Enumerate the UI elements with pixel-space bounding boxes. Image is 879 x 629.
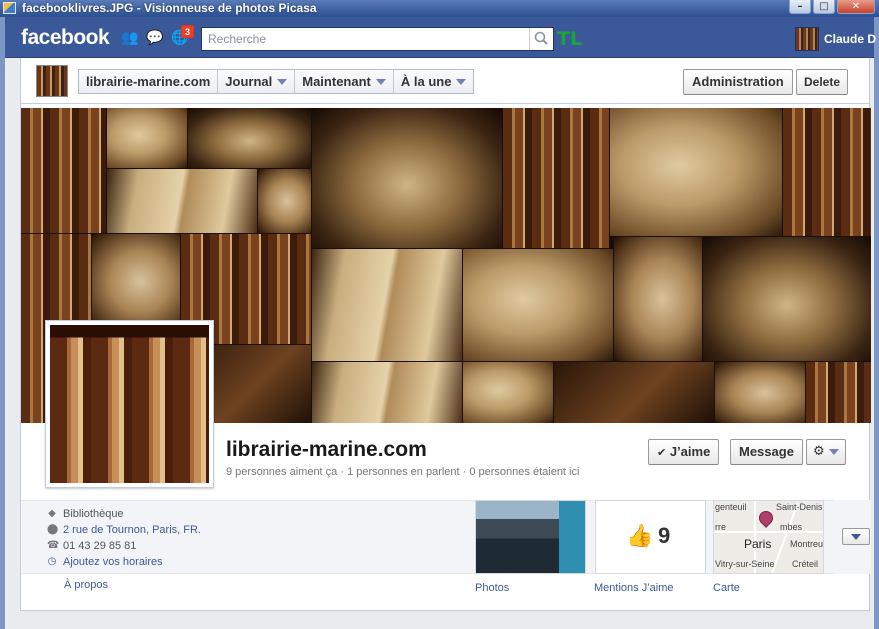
cover-collage-tile	[92, 234, 180, 329]
tab-maintenant[interactable]: Maintenant	[295, 70, 394, 93]
info-hours: ◷ Ajoutez vos horaires	[47, 556, 163, 568]
search-icon	[534, 31, 548, 45]
gear-icon: ⚙	[813, 444, 825, 459]
tag-icon: ◆	[48, 508, 56, 519]
extension-badge[interactable]: TL	[557, 28, 582, 50]
add-hours-link[interactable]: Ajoutez vos horaires	[63, 556, 163, 568]
search-box	[201, 27, 554, 51]
map-pin-icon	[756, 508, 776, 528]
cover-collage-tile	[463, 362, 553, 423]
cover-collage-tile	[703, 237, 871, 361]
profile-picture[interactable]	[45, 320, 214, 488]
search-button[interactable]	[529, 28, 553, 50]
more-apps-area	[834, 500, 871, 574]
chevron-down-icon	[375, 78, 386, 85]
settings-dropdown-button[interactable]: ⚙	[806, 439, 846, 465]
chevron-down-icon	[277, 78, 288, 85]
like-button[interactable]: ✔ J’aime	[648, 439, 720, 465]
about-link[interactable]: À propos	[64, 579, 108, 591]
page-thumbnail[interactable]	[36, 65, 68, 97]
more-apps-button[interactable]	[842, 528, 870, 545]
user-name-link[interactable]: Claude D	[824, 32, 876, 46]
info-category: ◆ Bibliothèque	[48, 508, 124, 520]
window-titlebar[interactable]: facebooklivres.JPG - Visionneuse de phot…	[0, 0, 879, 17]
page-title[interactable]: librairie-marine.com	[226, 438, 427, 462]
window-title: facebooklivres.JPG - Visionneuse de phot…	[22, 1, 317, 15]
map-place-label: genteuil	[715, 502, 747, 512]
page-stats: 9 personnes aiment ça · 1 personnes en p…	[226, 466, 580, 478]
map-road	[714, 531, 823, 533]
profile-picture-image	[50, 325, 209, 483]
chevron-down-icon	[851, 534, 861, 540]
message-button[interactable]: Message	[730, 439, 803, 465]
page-tabs: librairie-marine.com Journal Maintenant …	[78, 69, 475, 94]
timeline-cover-section: librairie-marine.com 9 personnes aiment …	[20, 104, 871, 611]
photos-app-box[interactable]	[475, 500, 586, 574]
tab-page-name[interactable]: librairie-marine.com	[79, 70, 219, 93]
minimize-button[interactable]: –	[789, 0, 811, 14]
cover-collage-tile	[21, 108, 106, 233]
check-icon: ✔	[657, 446, 667, 459]
phone-icon: ☎	[47, 540, 60, 551]
chevron-down-icon	[828, 449, 839, 455]
cover-collage-tile	[463, 249, 613, 361]
likes-count: 9	[658, 523, 671, 548]
map-place-label: mbes	[780, 522, 803, 532]
info-phone: ☎ 01 43 29 85 81	[47, 540, 137, 552]
tab-a-la-une[interactable]: À la une	[394, 70, 474, 93]
map-place-label: Vitry-sur-Seine	[715, 559, 775, 569]
map-place-label: rre	[715, 522, 726, 532]
facebook-top-bar: facebook 👥 💬 🌐 3 TL Claude D	[5, 17, 876, 58]
address-link[interactable]: 2 rue de Tournon, Paris, FR.	[63, 524, 201, 536]
map-thumbnail: genteuil Saint-Denis rre mbes Paris Mont…	[714, 501, 823, 573]
cover-collage-tile	[107, 108, 187, 168]
cover-collage-tile	[610, 108, 782, 236]
map-place-label: Créteil	[792, 559, 819, 569]
cover-collage-tile	[715, 362, 805, 423]
close-button[interactable]: ✕	[837, 0, 875, 14]
likes-app-label[interactable]: Mentions J’aime	[594, 582, 673, 594]
photos-app-label[interactable]: Photos	[475, 582, 509, 594]
map-place-label: Montreu	[790, 539, 823, 549]
map-place-label: Paris	[744, 537, 772, 551]
notification-badge: 3	[181, 25, 194, 38]
cover-collage-tile	[107, 169, 257, 233]
page-nav-bar: librairie-marine.com Journal Maintenant …	[20, 58, 870, 104]
cover-collage-tile	[258, 169, 311, 233]
cover-collage-tile	[188, 108, 311, 168]
cover-collage-tile	[503, 108, 609, 248]
search-input[interactable]	[202, 28, 527, 50]
maximize-button[interactable]: □	[813, 0, 835, 14]
tab-journal[interactable]: Journal	[218, 70, 296, 93]
map-app-label[interactable]: Carte	[713, 582, 740, 594]
cover-collage-tile	[312, 249, 462, 361]
cover-collage-tile	[554, 362, 714, 423]
window-controls: – □ ✕	[789, 0, 875, 14]
thumbs-up-icon: 👍	[626, 524, 654, 549]
cover-collage-tile	[806, 362, 871, 423]
user-avatar[interactable]	[795, 27, 819, 51]
cover-collage-tile	[783, 108, 871, 236]
messages-icon[interactable]: 💬	[146, 30, 164, 46]
photos-thumbnail-overlay	[559, 501, 585, 573]
clock-icon: ◷	[47, 556, 57, 567]
picasa-app-icon	[3, 2, 16, 14]
cover-collage-tile	[312, 362, 462, 423]
friend-requests-icon[interactable]: 👥	[121, 30, 139, 46]
location-pin-icon: ⬤	[47, 524, 59, 535]
delete-button[interactable]: Delete	[796, 69, 849, 95]
map-place-label: Saint-Denis	[776, 502, 823, 512]
window-frame-left	[0, 17, 5, 629]
cover-collage-tile	[312, 108, 502, 248]
facebook-logo[interactable]: facebook	[21, 26, 110, 50]
chevron-down-icon	[456, 78, 467, 85]
info-address: ⬤ 2 rue de Tournon, Paris, FR.	[47, 524, 201, 536]
cover-collage-tile	[614, 237, 702, 361]
map-app-box[interactable]: genteuil Saint-Denis rre mbes Paris Mont…	[713, 500, 824, 574]
likes-app-box[interactable]: 👍 9	[595, 500, 706, 574]
window-frame-right	[874, 17, 879, 629]
administration-button[interactable]: Administration	[683, 69, 793, 95]
